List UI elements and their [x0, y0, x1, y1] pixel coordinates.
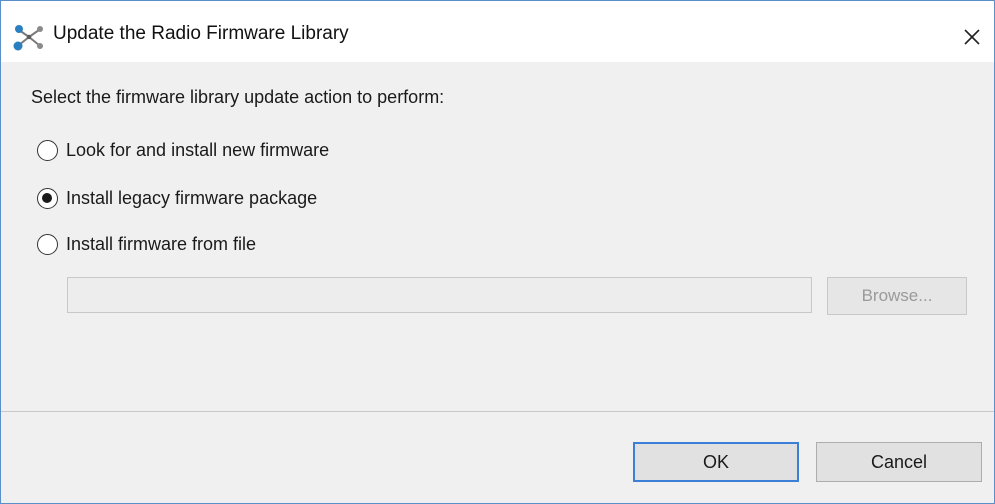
- ok-button[interactable]: OK: [633, 442, 799, 482]
- cancel-button[interactable]: Cancel: [816, 442, 982, 482]
- close-button[interactable]: [954, 19, 990, 55]
- radio-label: Look for and install new firmware: [66, 140, 330, 160]
- instruction-text: Select the firmware library update actio…: [31, 87, 445, 107]
- radio-option-install-legacy-package[interactable]: Install legacy firmware package: [37, 188, 317, 209]
- radio-option-look-for-new-firmware[interactable]: Look for and install new firmware: [37, 140, 329, 161]
- browse-button[interactable]: Browse...: [827, 277, 967, 315]
- dialog-footer: OK Cancel: [1, 412, 994, 503]
- radio-button[interactable]: [37, 234, 58, 255]
- radio-label: Install legacy firmware package: [66, 188, 318, 208]
- close-icon: [964, 29, 980, 45]
- network-nodes-icon: [13, 23, 45, 51]
- file-path-input[interactable]: [67, 277, 812, 313]
- radio-label: Install firmware from file: [66, 234, 257, 254]
- radio-button[interactable]: [37, 140, 58, 161]
- radio-button-selected[interactable]: [37, 188, 58, 209]
- radio-option-install-from-file[interactable]: Install firmware from file: [37, 234, 256, 255]
- dialog-window: Update the Radio Firmware Library Select…: [0, 0, 995, 504]
- title-bar[interactable]: Update the Radio Firmware Library: [1, 1, 994, 62]
- dialog-content: Select the firmware library update actio…: [1, 62, 994, 412]
- window-title: Update the Radio Firmware Library: [53, 23, 349, 44]
